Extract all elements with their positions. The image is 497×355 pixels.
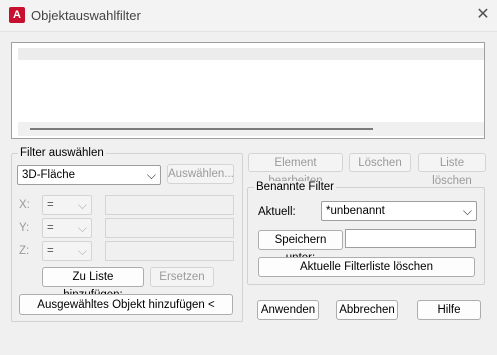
save-as-name-input[interactable] xyxy=(345,229,476,248)
scrollbar-thumb[interactable] xyxy=(30,128,373,130)
clear-list-button[interactable]: Liste löschen xyxy=(418,153,486,187)
x-value-input[interactable] xyxy=(105,195,234,215)
chevron-down-icon: ⌵ xyxy=(462,204,472,218)
filter-select-group-label: Filter auswählen xyxy=(18,147,106,159)
current-filter-label: Aktuell: xyxy=(258,206,296,218)
save-as-button[interactable]: Speichern unter: xyxy=(258,230,343,264)
x-label: X: xyxy=(19,199,30,211)
z-value-input[interactable] xyxy=(105,241,234,261)
delete-item-button[interactable]: Löschen xyxy=(349,153,411,172)
x-operator-dropdown[interactable]: = ⌵ xyxy=(42,195,92,215)
y-operator-value: = xyxy=(47,222,54,234)
chevron-down-icon: ⌵ xyxy=(146,168,156,182)
help-button[interactable]: Hilfe xyxy=(417,300,481,320)
chevron-down-icon: ⌵ xyxy=(77,244,87,258)
select-button[interactable]: Auswählen... xyxy=(167,164,234,184)
y-operator-dropdown[interactable]: = ⌵ xyxy=(42,218,92,238)
cancel-button[interactable]: Abbrechen xyxy=(336,300,398,320)
x-operator-value: = xyxy=(47,199,54,211)
edit-item-button[interactable]: Element bearbeiten xyxy=(248,153,343,187)
current-filter-dropdown[interactable]: *unbenannt ⌵ xyxy=(321,201,477,221)
filter-type-dropdown[interactable]: 3D-Fläche ⌵ xyxy=(17,165,161,185)
y-value-input[interactable] xyxy=(105,218,234,238)
apply-button[interactable]: Anwenden xyxy=(257,300,319,320)
window-title: Objektauswahlfilter xyxy=(31,8,141,23)
z-label: Z: xyxy=(19,245,30,257)
chevron-down-icon: ⌵ xyxy=(77,221,87,235)
z-operator-value: = xyxy=(47,245,54,257)
y-label: Y: xyxy=(19,222,30,234)
delete-current-filter-list-button[interactable]: Aktuelle Filterliste löschen xyxy=(258,257,475,277)
add-selected-object-button[interactable]: Ausgewähltes Objekt hinzufügen < xyxy=(19,294,233,315)
add-to-list-button[interactable]: Zu Liste hinzufügen: xyxy=(42,267,144,301)
z-operator-dropdown[interactable]: = ⌵ xyxy=(42,241,92,261)
app-logo-icon: A xyxy=(9,7,25,23)
named-filters-group-label: Benannte Filter xyxy=(254,181,336,193)
replace-button[interactable]: Ersetzen xyxy=(150,267,214,287)
chevron-down-icon: ⌵ xyxy=(77,198,87,212)
filter-type-value: 3D-Fläche xyxy=(22,169,76,181)
close-icon[interactable]: ✕ xyxy=(473,5,493,25)
filter-list-row[interactable] xyxy=(18,48,484,60)
current-filter-value: *unbenannt xyxy=(326,205,385,217)
